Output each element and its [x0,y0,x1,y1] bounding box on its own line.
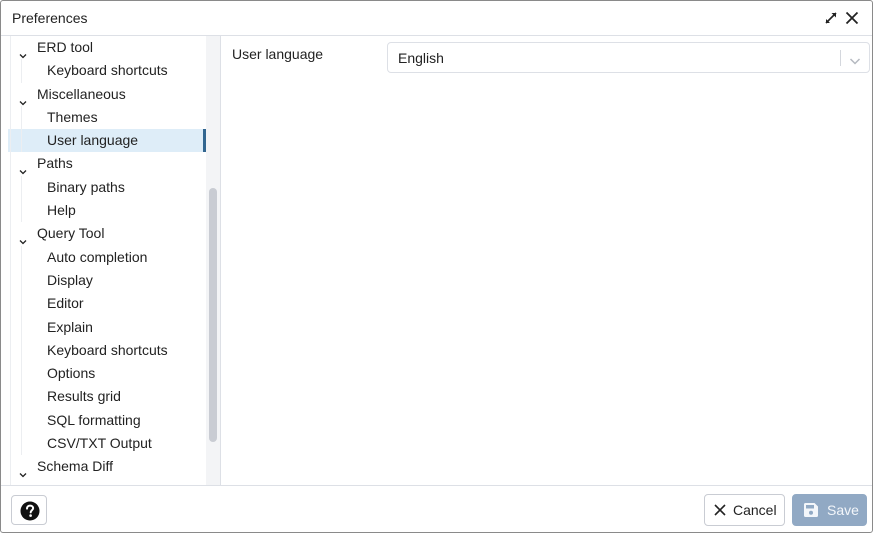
tree-group-item[interactable]: Miscellaneous [8,83,206,106]
tree-item-label: SQL formatting [47,412,141,428]
tree-leaf-item[interactable]: Binary paths [8,176,206,199]
tree-item-label: Binary paths [47,179,125,195]
tree-item-label: Miscellaneous [37,86,126,102]
tree-leaf-item[interactable]: Keyboard shortcuts [8,339,206,362]
tree-leaf-item[interactable]: Keyboard shortcuts [8,59,206,82]
tree-group-item[interactable]: ERD tool [8,36,206,59]
tree-group-item[interactable]: Paths [8,152,206,175]
dialog-footer: Cancel Save [1,485,872,534]
chevron-down-icon[interactable] [19,44,27,52]
chevron-down-icon[interactable] [19,463,27,471]
save-icon [803,502,819,518]
chevron-down-icon[interactable] [19,91,27,99]
tree-item-label: ERD tool [37,39,93,55]
dialog-titlebar: Preferences [1,1,872,36]
tree-leaf-item[interactable]: Options [8,362,206,385]
tree-item-label: Display [47,272,93,288]
tree-guide-line [21,246,22,456]
cancel-button-label: Cancel [733,502,777,518]
tree-item-label: Editor [47,295,84,311]
expand-icon[interactable] [823,10,839,26]
tree-item-label: User language [47,132,138,148]
tree-leaf-item[interactable]: Display [8,269,206,292]
tree-leaf-item[interactable]: Auto completion [8,246,206,269]
sidebar-scrollbar-thumb[interactable] [209,188,217,442]
tree-leaf-item[interactable]: Results grid [8,385,206,408]
tree-item-label: Explain [47,319,93,335]
help-button[interactable] [11,495,47,525]
preference-content: User language English [221,36,872,485]
dialog-title: Preferences [12,10,87,26]
chevron-down-icon[interactable] [19,230,27,238]
tree-item-label: Keyboard shortcuts [47,342,168,358]
sidebar-scrollbar[interactable] [206,36,221,485]
tree-leaf-item[interactable]: User language [8,129,206,152]
close-icon[interactable] [844,10,860,26]
preferences-dialog: Preferences ERD tool Keyboard shortcuts Mi… [0,0,873,533]
chevron-down-icon[interactable] [19,160,27,168]
help-icon [20,501,40,521]
tree-guide-line [10,36,11,485]
chevron-down-icon[interactable] [849,53,861,63]
tree-guide-line [21,106,22,153]
close-icon [714,504,726,516]
user-language-select[interactable]: English [387,42,870,73]
tree-item-label: Paths [37,155,73,171]
tree-leaf-item[interactable]: CSV/TXT Output [8,432,206,455]
cancel-button[interactable]: Cancel [704,494,785,526]
tree-item-label: Query Tool [37,225,104,241]
preferences-tree: ERD tool Keyboard shortcuts Miscellaneous T… [8,36,206,479]
tree-item-label: Help [47,202,76,218]
tree-leaf-item[interactable]: Help [8,199,206,222]
save-button-label: Save [827,502,859,518]
tree-item-label: Themes [47,109,98,125]
tree-leaf-item[interactable]: Editor [8,292,206,315]
save-button[interactable]: Save [792,494,867,526]
preferences-tree-panel: ERD tool Keyboard shortcuts Miscellaneous T… [1,36,221,485]
tree-item-label: Results grid [47,388,121,404]
tree-group-item[interactable]: Query Tool [8,222,206,245]
tree-item-label: Schema Diff [37,458,113,474]
tree-item-label: Options [47,365,95,381]
user-language-label: User language [232,46,323,62]
tree-leaf-item[interactable]: SQL formatting [8,409,206,432]
tree-item-label: Auto completion [47,249,147,265]
tree-group-item[interactable]: Schema Diff [8,455,206,478]
tree-item-label: Keyboard shortcuts [47,62,168,78]
tree-leaf-item[interactable]: Explain [8,316,206,339]
tree-guide-line [21,59,22,82]
tree-leaf-item[interactable]: Themes [8,106,206,129]
tree-item-label: CSV/TXT Output [47,435,152,451]
tree-guide-line [21,176,22,223]
select-separator [840,50,841,66]
user-language-value: English [398,50,444,66]
